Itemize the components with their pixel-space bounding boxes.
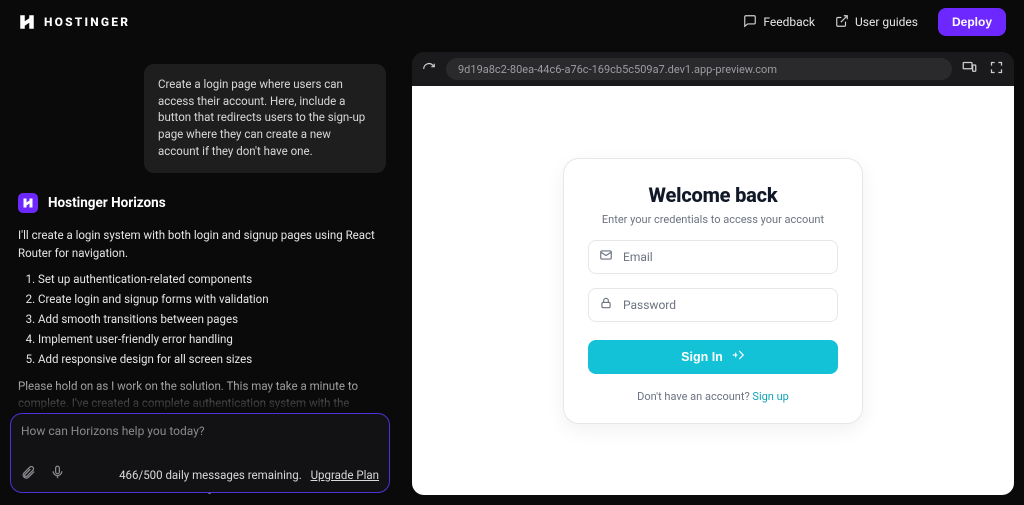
login-title: Welcome back bbox=[588, 183, 838, 207]
speech-bubble-icon bbox=[743, 14, 757, 31]
brand-name: HOSTINGER bbox=[44, 15, 130, 29]
fullscreen-icon[interactable] bbox=[989, 60, 1004, 79]
login-subtitle: Enter your credentials to access your ac… bbox=[588, 213, 838, 226]
prompt-box[interactable]: How can Horizons help you today? 466/500… bbox=[10, 413, 390, 493]
reload-icon[interactable] bbox=[422, 62, 436, 76]
signin-label: Sign In bbox=[681, 350, 723, 364]
hostinger-logo-icon bbox=[18, 13, 36, 31]
lock-icon bbox=[599, 296, 613, 313]
list-item: Add smooth transitions between pages bbox=[38, 312, 386, 326]
list-item: Set up authentication-related components bbox=[38, 272, 386, 286]
preview-url[interactable]: 9d19a8c2-80ea-44c6-a76c-169cb5c509a7.dev… bbox=[446, 58, 952, 80]
footer-text: Don't have an account? bbox=[637, 390, 752, 403]
feedback-label: Feedback bbox=[763, 15, 815, 29]
signin-button[interactable]: Sign In bbox=[588, 340, 838, 374]
list-item: Create login and signup forms with valid… bbox=[38, 292, 386, 306]
email-placeholder: Email bbox=[623, 250, 653, 264]
ai-name: Hostinger Horizons bbox=[48, 195, 166, 211]
deploy-button[interactable]: Deploy bbox=[938, 8, 1006, 36]
ai-intro-text: I'll create a login system with both log… bbox=[18, 227, 386, 262]
preview-browser: 9d19a8c2-80ea-44c6-a76c-169cb5c509a7.dev… bbox=[412, 52, 1014, 495]
user-message-bubble: Create a login page where users can acce… bbox=[144, 64, 386, 173]
mail-icon bbox=[599, 248, 613, 265]
email-field[interactable]: Email bbox=[588, 240, 838, 274]
user-message-text: Create a login page where users can acce… bbox=[158, 77, 365, 158]
login-card: Welcome back Enter your credentials to a… bbox=[563, 158, 863, 424]
prompt-status: 466/500 daily messages remaining. Upgrad… bbox=[119, 468, 379, 482]
attachment-icon[interactable] bbox=[21, 465, 36, 484]
external-link-icon bbox=[835, 14, 849, 31]
password-placeholder: Password bbox=[623, 298, 676, 312]
upgrade-plan-link[interactable]: Upgrade Plan bbox=[311, 468, 379, 482]
microphone-icon[interactable] bbox=[50, 465, 65, 484]
ai-avatar bbox=[18, 193, 38, 213]
password-field[interactable]: Password bbox=[588, 288, 838, 322]
arrow-right-icon bbox=[731, 348, 745, 365]
signup-link[interactable]: Sign up bbox=[752, 390, 788, 403]
login-footer: Don't have an account? Sign up bbox=[588, 390, 838, 403]
devices-icon[interactable] bbox=[962, 60, 977, 79]
brand: HOSTINGER bbox=[18, 13, 130, 31]
user-guides-link[interactable]: User guides bbox=[835, 14, 918, 31]
list-item: Add responsive design for all screen siz… bbox=[38, 352, 386, 366]
prompt-input[interactable]: How can Horizons help you today? bbox=[21, 424, 379, 465]
feedback-link[interactable]: Feedback bbox=[743, 14, 815, 31]
list-item: Implement user-friendly error handling bbox=[38, 332, 386, 346]
messages-remaining: 466/500 daily messages remaining. bbox=[119, 468, 302, 482]
user-guides-label: User guides bbox=[855, 15, 918, 29]
ai-steps-list: Set up authentication-related components… bbox=[18, 272, 386, 366]
